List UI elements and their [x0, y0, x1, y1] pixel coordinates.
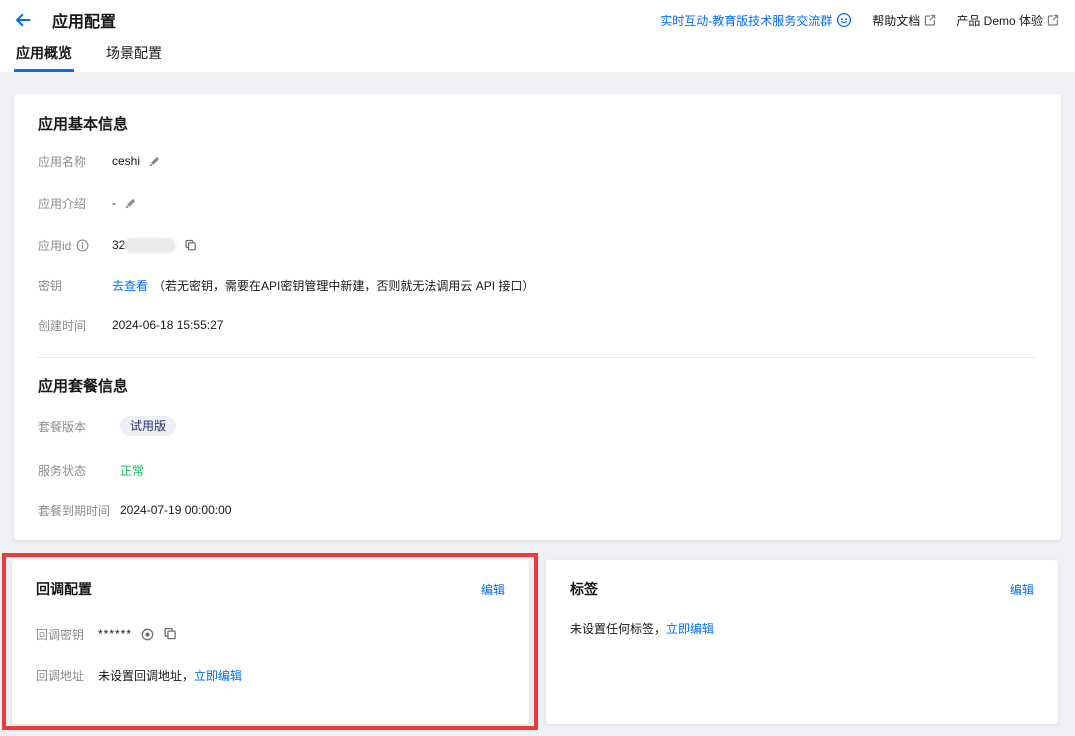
edit-pencil-icon[interactable]	[124, 197, 137, 210]
product-demo-link[interactable]: 产品 Demo 体验	[956, 12, 1059, 29]
package-version-row: 套餐版本 试用版	[38, 416, 1037, 436]
app-id-redaction	[124, 237, 177, 253]
tab-scene-config[interactable]: 场景配置	[104, 40, 164, 72]
secret-key-note: （若无密钥，需要在API密钥管理中新建，否则就无法调用云 API 接口）	[153, 278, 535, 293]
tab-bar: 应用概览 场景配置	[0, 40, 1075, 72]
highlight-red-frame: 回调配置 编辑 回调密钥 ****** 回调地址 未设置回调地址， 立即编辑	[2, 553, 538, 730]
copy-icon[interactable]	[184, 239, 197, 252]
info-icon[interactable]	[76, 239, 89, 252]
package-expire-label: 套餐到期时间	[38, 503, 111, 518]
package-version-label: 套餐版本	[38, 419, 87, 434]
external-link-icon	[925, 14, 936, 26]
app-name-value: ceshi	[112, 154, 141, 168]
header-links: 实时互动-教育版技术服务交流群 帮助文档 产品 Demo 体验	[640, 12, 1059, 29]
help-doc-link[interactable]: 帮助文档	[872, 12, 936, 29]
app-id-row: 应用id 32	[38, 237, 1037, 253]
view-key-link[interactable]: 去查看	[112, 277, 148, 294]
app-name-label: 应用名称	[38, 154, 87, 169]
app-id-label: 应用id	[38, 238, 72, 253]
callback-address-empty-text: 未设置回调地址，	[98, 668, 195, 683]
app-id-value: 32	[112, 238, 126, 252]
callback-secret-value: ******	[98, 627, 133, 641]
service-status-value: 正常	[120, 463, 145, 478]
create-time-label: 创建时间	[38, 318, 87, 333]
external-link-icon	[1047, 14, 1059, 26]
service-status-label: 服务状态	[38, 463, 87, 478]
tag-card-title: 标签	[570, 581, 598, 597]
tab-app-overview[interactable]: 应用概览	[14, 40, 74, 72]
section-divider	[38, 357, 1037, 358]
app-config-page: 应用配置 实时互动-教育版技术服务交流群 帮助文档 产品 Demo 体验 应用概…	[0, 0, 1075, 736]
callback-edit-link[interactable]: 编辑	[481, 581, 505, 598]
back-arrow-icon[interactable]	[14, 11, 34, 29]
callback-address-label: 回调地址	[36, 668, 85, 683]
callback-card-title: 回调配置	[36, 581, 92, 597]
content-area: 应用基本信息 应用名称 ceshi 应用介绍 - 应用id 32 密钥 去查看 …	[0, 72, 1075, 736]
secret-key-row: 密钥 去查看 （若无密钥，需要在API密钥管理中新建，否则就无法调用云 API …	[38, 277, 1037, 293]
package-expire-value: 2024-07-19 00:00:00	[120, 503, 232, 517]
tag-empty-text: 未设置任何标签，	[570, 621, 667, 636]
package-expire-row: 套餐到期时间 2024-07-19 00:00:00	[38, 502, 1037, 518]
service-group-link[interactable]: 实时互动-教育版技术服务交流群	[660, 12, 852, 29]
create-time-value: 2024-06-18 15:55:27	[112, 318, 224, 332]
tag-edit-link[interactable]: 编辑	[1010, 581, 1034, 598]
callback-address-row: 回调地址 未设置回调地址， 立即编辑	[36, 667, 505, 683]
create-time-row: 创建时间 2024-06-18 15:55:27	[38, 317, 1037, 333]
top-bar: 应用配置 实时互动-教育版技术服务交流群 帮助文档 产品 Demo 体验	[0, 0, 1075, 40]
callback-secret-label: 回调密钥	[36, 627, 85, 642]
copy-icon[interactable]	[163, 627, 177, 641]
app-info-card: 应用基本信息 应用名称 ceshi 应用介绍 - 应用id 32 密钥 去查看 …	[14, 94, 1061, 540]
app-name-row: 应用名称 ceshi	[38, 153, 1037, 169]
callback-config-card: 回调配置 编辑 回调密钥 ****** 回调地址 未设置回调地址， 立即编辑	[12, 560, 529, 724]
secret-key-label: 密钥	[38, 278, 63, 293]
chat-group-icon	[837, 12, 852, 28]
tag-card: 标签 编辑 未设置任何标签， 立即编辑	[546, 560, 1058, 724]
edit-pencil-icon[interactable]	[148, 155, 161, 168]
app-intro-row: 应用介绍 -	[38, 195, 1037, 211]
tag-empty-row: 未设置任何标签， 立即编辑	[570, 620, 1034, 636]
eye-icon[interactable]	[140, 627, 155, 642]
app-intro-value: -	[112, 196, 116, 210]
tag-empty-edit-link[interactable]: 立即编辑	[666, 620, 714, 637]
page-title: 应用配置	[52, 14, 117, 31]
callback-address-edit-link[interactable]: 立即编辑	[194, 667, 242, 684]
basic-info-title: 应用基本信息	[38, 116, 129, 133]
trial-version-badge: 试用版	[120, 416, 177, 436]
service-status-row: 服务状态 正常	[38, 462, 1037, 478]
app-intro-label: 应用介绍	[38, 196, 87, 211]
callback-secret-row: 回调密钥 ******	[36, 626, 505, 642]
bottom-cards-row: 回调配置 编辑 回调密钥 ****** 回调地址 未设置回调地址， 立即编辑 标…	[2, 553, 1061, 730]
package-info-title: 应用套餐信息	[38, 378, 129, 395]
